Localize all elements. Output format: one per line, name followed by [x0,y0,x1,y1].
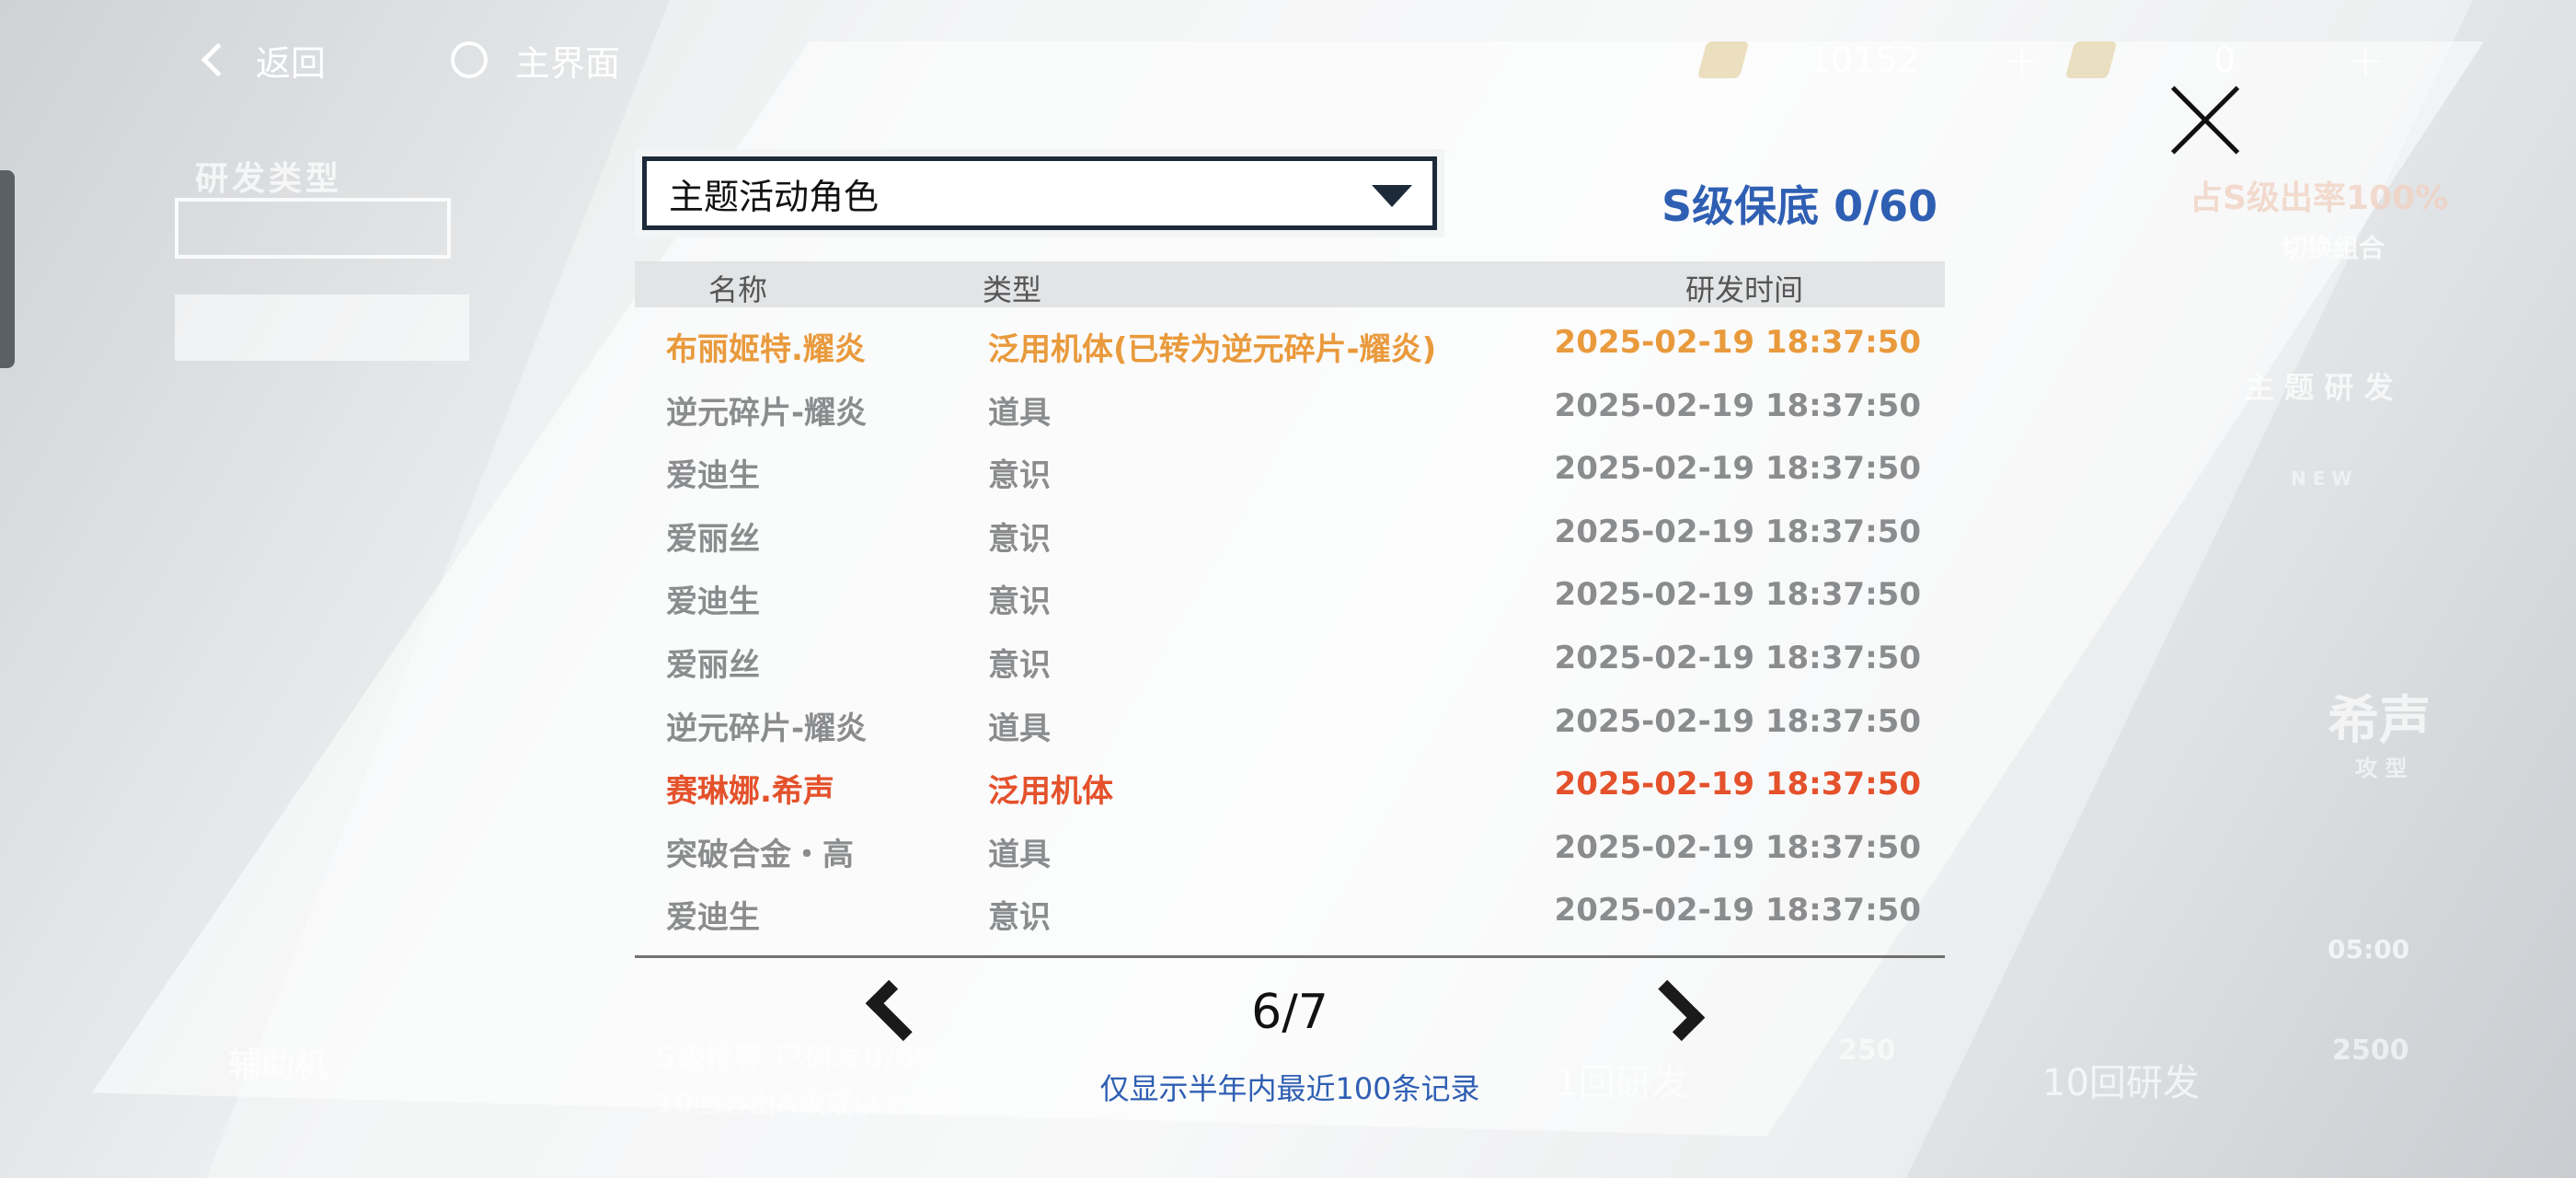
timer-label: 05:00 [2328,934,2410,964]
banner-dropdown[interactable]: 主题活动角色 [635,149,1444,237]
row-name: 逆元碎片-耀炎 [666,710,868,747]
row-type: 意识 [988,457,1051,495]
switch-combo-button[interactable]: 切换组合 [2282,228,2385,265]
aux-label: 辅助机 [228,1046,328,1084]
add-crystal-button[interactable]: + [2003,33,2041,87]
row-time: 2025-02-19 18:37:50 [1554,766,1921,803]
table-divider [635,955,1945,958]
close-icon[interactable] [2167,81,2244,158]
table-row: 爱丽丝 意识 2025-02-19 18:37:50 [635,627,1945,690]
row-time: 2025-02-19 18:37:50 [1554,828,1921,866]
table-row: 爱丽丝 意识 2025-02-19 18:37:50 [635,501,1945,564]
table-row: 逆元碎片-耀炎 道具 2025-02-19 18:37:50 [635,375,1945,438]
crystal-amount: 10152 [1809,40,1920,80]
s-rate-label: 占S级出率100% [2190,179,2449,217]
row-name: 赛琳娜.希声 [666,773,834,811]
attack-type-bg: 攻 型 [2355,756,2408,781]
row-type: 意识 [988,646,1051,684]
ten-pull-button[interactable]: 10回研发 [2042,1053,2200,1106]
row-type: 道具 [988,836,1051,873]
ten-pull-cost: 2500 [2332,1034,2409,1067]
theme-research-label: 主 题 研 发 [2245,370,2394,405]
row-time: 2025-02-19 18:37:50 [1554,324,1921,361]
home-ring-icon [451,41,488,78]
row-time: 2025-02-19 18:37:50 [1554,702,1921,740]
row-name: 爱迪生 [666,583,760,621]
home-button[interactable]: 主界面 [451,28,620,92]
history-table: 布丽姬特.耀炎 泛用机体(已转为逆元碎片-耀炎) 2025-02-19 18:37:… [635,311,1945,942]
row-type: 意识 [988,899,1051,937]
research-type-label: 研发类型 [195,160,343,198]
row-time: 2025-02-19 18:37:50 [1554,450,1921,488]
table-row: 爱迪生 意识 2025-02-19 18:37:50 [635,563,1945,627]
page-indicator: 6/7 [1251,985,1328,1040]
character-name-bg: 希声 [2328,691,2431,751]
row-name: 爱迪生 [666,899,760,937]
table-row: 爱迪生 意识 2025-02-19 18:37:50 [635,437,1945,501]
side-tab-handle[interactable] [0,170,15,368]
next-page-button[interactable] [1658,964,1713,1057]
back-button[interactable]: 返回 [193,28,326,92]
row-time: 2025-02-19 18:37:50 [1554,892,1921,930]
row-type: 泛用机体 [988,773,1113,811]
new-tag: N E W [2291,468,2352,490]
row-time: 2025-02-19 18:37:50 [1554,639,1921,676]
back-label: 返回 [256,42,327,84]
table-row: 爱迪生 意识 2025-02-19 18:37:50 [635,879,1945,942]
row-name: 突破合金・高 [666,836,854,873]
row-time: 2025-02-19 18:37:50 [1554,513,1921,550]
column-type: 类型 [983,272,1042,307]
table-row: 突破合金・高 道具 2025-02-19 18:37:50 [635,816,1945,880]
row-type: 道具 [988,710,1051,747]
row-time: 2025-02-19 18:37:50 [1554,576,1921,614]
pagination: 6/7 仅显示半年内最近100条记录 [627,964,1952,1106]
row-type: 意识 [988,520,1051,558]
records-note: 仅显示半年内最近100条记录 [1099,1071,1480,1106]
research-history-modal: 主题活动角色 S级保底 0/60 名称 类型 研发时间 布丽姬特.耀炎 泛用机体(… [627,136,1952,1130]
row-type: 泛用机体(已转为逆元碎片-耀炎) [988,331,1437,368]
add-ticket-button[interactable]: + [2346,33,2385,87]
ticket-icon [2064,41,2118,78]
home-label: 主界面 [515,42,621,84]
banner-tab[interactable] [175,294,469,361]
table-row: 赛琳娜.希声 泛用机体 2025-02-19 18:37:50 [635,753,1945,816]
dropdown-value: 主题活动角色 [669,176,880,217]
row-name: 逆元碎片-耀炎 [666,394,868,432]
table-row: 布丽姬特.耀炎 泛用机体(已转为逆元碎片-耀炎) 2025-02-19 18:37:… [635,311,1945,375]
row-type: 意识 [988,583,1051,621]
ticket-amount: 0 [2214,40,2237,80]
column-name: 名称 [708,272,768,307]
row-name: 爱迪生 [666,457,760,495]
chevron-left-icon [201,42,236,77]
table-row: 逆元碎片-耀炎 道具 2025-02-19 18:37:50 [635,690,1945,754]
research-type-box [175,198,451,259]
column-time: 研发时间 [1685,272,1804,307]
row-time: 2025-02-19 18:37:50 [1554,387,1921,424]
triangle-down-icon [1372,185,1412,207]
s-pity-counter: S级保底 0/60 [1662,181,1938,231]
table-header: 名称 类型 研发时间 [635,261,1945,307]
row-name: 爱丽丝 [666,646,760,684]
currency-crystal: 10152 + [1696,28,2041,92]
row-type: 道具 [988,394,1051,432]
crystal-icon [1696,41,1750,78]
row-name: 布丽姬特.耀炎 [666,331,866,368]
row-name: 爱丽丝 [666,520,760,558]
